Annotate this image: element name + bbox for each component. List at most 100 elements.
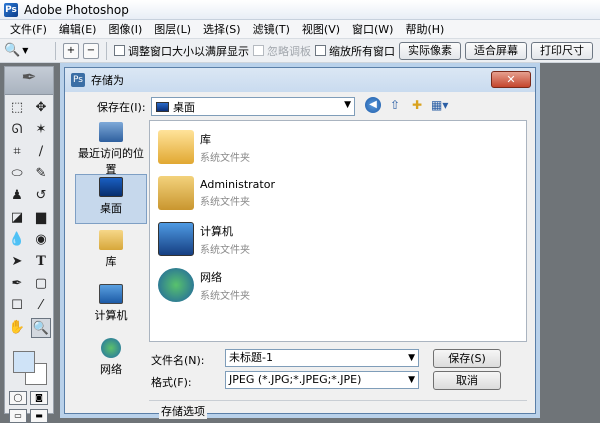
menu-bar: 文件(F) 编辑(E) 图像(I) 图层(L) 选择(S) 滤镜(T) 视图(V… <box>0 20 600 39</box>
menu-select[interactable]: 选择(S) <box>197 21 247 37</box>
history-brush-icon[interactable]: ↺ <box>31 186 51 206</box>
tool-grid: ⬚ ✥ ᘏ ✶ ⌗ ∕ ⬭ ✎ ♟ ↺ ◪ ▆ 💧 ◉ ➤ T ✒ ▢ ☐ ⁄ … <box>5 95 53 341</box>
computer-icon <box>99 284 123 304</box>
menu-image[interactable]: 图像(I) <box>102 21 148 37</box>
save-options-group: 存储选项 <box>149 400 527 419</box>
gradient-icon[interactable]: ▆ <box>31 208 51 228</box>
file-list[interactable]: 库 系统文件夹 Administrator 系统文件夹 计算机 系统文件夹 网络… <box>149 120 527 342</box>
save-options-label: 存储选项 <box>159 403 207 419</box>
desktop-icon <box>99 177 123 197</box>
checkbox-box <box>253 45 264 56</box>
network-icon <box>158 268 194 302</box>
move-icon[interactable]: ✥ <box>31 98 51 118</box>
place-desktop[interactable]: 桌面 <box>75 174 147 224</box>
file-type: 系统文件夹 <box>200 152 250 164</box>
format-select[interactable]: JPEG (*.JPG;*.JPEG;*.JPE) ▼ <box>225 371 419 389</box>
options-bar: 🔍 ▼ + − 调整窗口大小以满屏显示 忽略调板 缩放所有窗口 实际像素 适合屏… <box>0 39 600 63</box>
lasso-icon[interactable]: ᘏ <box>7 120 27 140</box>
rect-marquee-icon[interactable]: ⬚ <box>7 98 27 118</box>
new-folder-icon[interactable]: ✚ <box>409 97 425 113</box>
shape-icon[interactable]: ▢ <box>31 274 51 294</box>
zoom-icon[interactable]: 🔍 <box>31 318 51 338</box>
eraser-icon[interactable]: ◪ <box>7 208 27 228</box>
path-select-icon[interactable]: ➤ <box>7 252 27 272</box>
network-icon <box>101 338 121 358</box>
cancel-button[interactable]: 取消 <box>433 371 501 390</box>
type-icon[interactable]: T <box>31 252 51 272</box>
dodge-icon[interactable]: ◉ <box>31 230 51 250</box>
chevron-down-icon[interactable]: ▼ <box>408 372 415 388</box>
save-as-dialog: Ps 存储为 ✕ 保存在(I): 桌面 ▼ ◀ ⇧ ✚ ▦▾ 最近访问的位置 桌… <box>64 67 536 419</box>
eyedropper-icon[interactable]: ⁄ <box>31 296 51 316</box>
divider <box>106 41 107 60</box>
resize-windows-checkbox[interactable]: 调整窗口大小以满屏显示 <box>114 43 249 59</box>
brush-icon[interactable]: ✎ <box>31 164 51 184</box>
close-icon[interactable]: ✕ <box>491 71 531 88</box>
library-icon <box>99 230 123 250</box>
menu-file[interactable]: 文件(F) <box>4 21 53 37</box>
file-name: 计算机 <box>200 224 233 238</box>
zoom-tool-preset[interactable]: 🔍 ▼ <box>4 43 48 58</box>
menu-filter[interactable]: 滤镜(T) <box>247 21 296 37</box>
checkbox-label: 调整窗口大小以满屏显示 <box>128 44 249 58</box>
fit-screen-button[interactable]: 适合屏幕 <box>465 41 527 60</box>
notes-icon[interactable]: ☐ <box>7 296 27 316</box>
zoom-out-icon[interactable]: − <box>83 42 99 59</box>
quick-mask-icon[interactable]: ◙ <box>30 391 48 405</box>
menu-view[interactable]: 视图(V) <box>296 21 346 37</box>
toolbox: ✒ ⬚ ✥ ᘏ ✶ ⌗ ∕ ⬭ ✎ ♟ ↺ ◪ ▆ 💧 ◉ ➤ T ✒ ▢ ☐ … <box>4 66 54 423</box>
menu-window[interactable]: 窗口(W) <box>346 21 399 37</box>
save-in-dropdown[interactable]: 桌面 ▼ <box>151 97 355 116</box>
slice-icon[interactable]: ∕ <box>31 142 51 162</box>
full-screen-icon[interactable]: ▬ <box>30 409 48 423</box>
save-button[interactable]: 保存(S) <box>433 349 501 368</box>
checkbox-box[interactable] <box>114 45 125 56</box>
list-item[interactable]: 网络 系统文件夹 <box>158 265 250 305</box>
chevron-down-icon[interactable]: ▼ <box>408 350 415 366</box>
zoom-all-windows-checkbox[interactable]: 缩放所有窗口 <box>315 43 395 59</box>
checkbox-box[interactable] <box>315 45 326 56</box>
place-recent[interactable]: 最近访问的位置 <box>75 120 147 176</box>
place-network[interactable]: 网络 <box>75 336 147 386</box>
zoom-in-icon[interactable]: + <box>63 42 79 59</box>
computer-icon <box>158 222 194 256</box>
crop-icon[interactable]: ⌗ <box>7 142 27 162</box>
standard-screen-icon[interactable]: ▭ <box>9 409 27 423</box>
hand-icon[interactable]: ✋ <box>7 318 27 338</box>
place-computer[interactable]: 计算机 <box>75 282 147 332</box>
file-name: 网络 <box>200 270 222 284</box>
user-folder-icon <box>158 176 194 210</box>
blur-icon[interactable]: 💧 <box>7 230 27 250</box>
healing-brush-icon[interactable]: ⬭ <box>7 164 27 184</box>
file-type: 系统文件夹 <box>200 244 250 256</box>
file-name: 库 <box>200 132 211 146</box>
up-folder-icon[interactable]: ⇧ <box>387 97 403 113</box>
list-item[interactable]: 库 系统文件夹 <box>158 127 250 167</box>
menu-edit[interactable]: 编辑(E) <box>53 21 103 37</box>
pen-icon[interactable]: ✒ <box>7 274 27 294</box>
screen-modes: ▭ ▬ <box>5 405 53 423</box>
menu-help[interactable]: 帮助(H) <box>399 21 450 37</box>
place-library[interactable]: 库 <box>75 228 147 278</box>
place-label: 桌面 <box>100 202 122 215</box>
list-item[interactable]: 计算机 系统文件夹 <box>158 219 250 259</box>
feather-icon[interactable]: ✒ <box>5 67 53 95</box>
foreground-color-swatch[interactable] <box>13 351 35 373</box>
menu-layer[interactable]: 图层(L) <box>148 21 197 37</box>
place-label: 计算机 <box>94 309 128 322</box>
filename-input[interactable]: 未标题-1 ▼ <box>225 349 419 367</box>
list-item[interactable]: Administrator 系统文件夹 <box>158 173 275 213</box>
view-menu-icon[interactable]: ▦▾ <box>431 97 448 113</box>
print-size-button[interactable]: 打印尺寸 <box>531 41 593 60</box>
actual-pixels-button[interactable]: 实际像素 <box>399 41 461 60</box>
save-in-label: 保存在(I): <box>97 101 146 114</box>
place-label: 网络 <box>100 363 122 376</box>
magic-wand-icon[interactable]: ✶ <box>31 120 51 140</box>
standard-mode-icon[interactable]: ◯ <box>9 391 27 405</box>
place-label: 库 <box>105 255 117 268</box>
color-swatches <box>9 347 49 387</box>
file-type: 系统文件夹 <box>200 197 250 208</box>
checkbox-label: 缩放所有窗口 <box>329 44 395 58</box>
back-icon[interactable]: ◀ <box>365 97 381 113</box>
clone-stamp-icon[interactable]: ♟ <box>7 186 27 206</box>
